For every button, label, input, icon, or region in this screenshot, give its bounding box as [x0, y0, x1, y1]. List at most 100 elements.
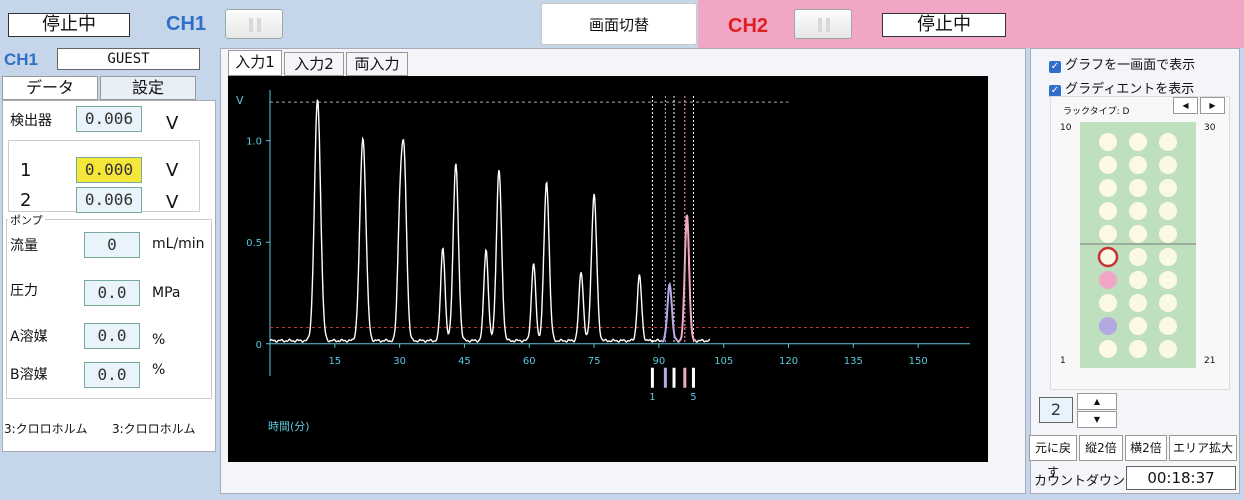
fraction-label-first: 1: [649, 392, 655, 403]
rack-well[interactable]: [1159, 271, 1177, 289]
ch-row-2-num: 2: [20, 190, 32, 211]
pause-icon: [249, 18, 253, 32]
rack-well[interactable]: [1129, 294, 1147, 312]
solvent-b-value: 0.0: [84, 362, 140, 388]
chromatogram-plot[interactable]: 0 0.5 1.0 15 30 45 60 75 90 105 120 135 150 1 5 V 時間(分…: [228, 76, 988, 462]
option-single-screen[interactable]: ✓ グラフを一画面で表示: [1049, 54, 1195, 73]
tab-settings[interactable]: 設定: [100, 76, 196, 100]
tab-both-inputs[interactable]: 両入力: [346, 52, 408, 76]
rack-well[interactable]: [1099, 340, 1117, 358]
solvent-b-unit: %: [152, 362, 166, 378]
rack-grid[interactable]: [1080, 122, 1196, 368]
ch1-pause-button[interactable]: [225, 9, 283, 39]
rack-well[interactable]: [1097, 246, 1119, 268]
rack-well[interactable]: [1159, 248, 1177, 266]
checkbox-checked-icon: ✓: [1049, 61, 1061, 73]
y-tick-label-1: 0.5: [246, 238, 262, 249]
x-tick-label-9: 150: [909, 356, 928, 367]
ch1-label: CH1: [166, 13, 207, 35]
ch2-pause-button[interactable]: [794, 9, 852, 39]
option-gradient[interactable]: ✓ グラディエントを表示: [1049, 78, 1194, 97]
ch-row-2-unit: V: [166, 192, 179, 213]
page-field[interactable]: 2: [1039, 397, 1073, 423]
ch1-status: 停止中: [8, 13, 130, 37]
rack-well[interactable]: [1129, 248, 1147, 266]
rack-well[interactable]: [1129, 225, 1147, 243]
rack-well[interactable]: [1159, 340, 1177, 358]
ch2-status: 停止中: [882, 13, 1006, 37]
detector-unit: V: [166, 113, 179, 134]
x-tick-label-4: 75: [588, 356, 601, 367]
rack-well[interactable]: [1159, 156, 1177, 174]
solvent-a-name: 3:クロロホルム: [4, 422, 88, 436]
rack-well[interactable]: [1099, 156, 1117, 174]
rack-well[interactable]: [1129, 179, 1147, 197]
rack-prev-button[interactable]: ◀: [1173, 97, 1198, 114]
user-field: GUEST: [57, 48, 200, 70]
tab-data[interactable]: データ: [2, 76, 98, 100]
pressure-unit: MPa: [152, 285, 181, 301]
rack-well[interactable]: [1129, 317, 1147, 335]
countdown-value: 00:18:37: [1126, 466, 1236, 490]
detector-value: 0.006: [76, 106, 142, 132]
rack-well[interactable]: [1099, 317, 1117, 335]
solvent-b-name: 3:クロロホルム: [112, 422, 196, 436]
ch-row-2-value: 0.006: [76, 187, 142, 213]
tab-input1[interactable]: 入力1: [228, 50, 282, 76]
ch-row-1-unit: V: [166, 160, 179, 181]
flow-label: 流量: [10, 238, 38, 254]
rack-well[interactable]: [1129, 156, 1147, 174]
rack-well[interactable]: [1099, 202, 1117, 220]
rack-next-button[interactable]: ▶: [1200, 97, 1225, 114]
solvent-b-label: B溶媒: [10, 367, 48, 383]
rack-num-tl: 10: [1060, 123, 1072, 133]
rack-well[interactable]: [1159, 294, 1177, 312]
page-up-button[interactable]: ▲: [1077, 393, 1117, 410]
fraction-mark-3: [683, 367, 687, 388]
screen-switch-button[interactable]: 画面切替: [541, 3, 697, 45]
reset-button[interactable]: 元に戻す: [1029, 435, 1077, 479]
vertical-2x-button[interactable]: 縦2倍: [1079, 435, 1123, 461]
tab-input2[interactable]: 入力2: [284, 52, 344, 76]
rack-well[interactable]: [1099, 225, 1117, 243]
rack-well[interactable]: [1159, 225, 1177, 243]
horizontal-2x-button[interactable]: 横2倍: [1125, 435, 1167, 461]
area-zoom-button[interactable]: エリア拡大: [1169, 435, 1237, 461]
ch-row-1-value: 0.000: [76, 157, 142, 183]
rack-well[interactable]: [1099, 271, 1117, 289]
rack-well[interactable]: [1159, 317, 1177, 335]
solvent-a-value: 0.0: [84, 323, 140, 349]
page-down-button[interactable]: ▼: [1077, 411, 1117, 428]
rack-well[interactable]: [1099, 294, 1117, 312]
countdown-label: カウントダウン: [1034, 474, 1126, 489]
ch2-label: CH2: [728, 15, 769, 37]
x-tick-label-1: 30: [393, 356, 406, 367]
rack-well[interactable]: [1159, 179, 1177, 197]
pause-icon: [818, 18, 822, 32]
rack-well[interactable]: [1099, 133, 1117, 151]
x-axis-label: 時間(分): [268, 420, 310, 433]
fraction-mark-2: [672, 367, 676, 388]
left-ch-label: CH1: [4, 50, 39, 69]
x-tick-label-6: 105: [714, 356, 733, 367]
y-tick-label-2: 1.0: [246, 137, 262, 148]
x-tick-label-7: 120: [779, 356, 798, 367]
x-tick-label-8: 135: [844, 356, 863, 367]
rack-well[interactable]: [1129, 340, 1147, 358]
rack-well[interactable]: [1129, 202, 1147, 220]
rack-num-bl: 1: [1060, 356, 1066, 366]
rack-well[interactable]: [1099, 179, 1117, 197]
pressure-label: 圧力: [10, 283, 38, 299]
x-tick-label-2: 45: [458, 356, 471, 367]
rack-well[interactable]: [1129, 271, 1147, 289]
rack-well[interactable]: [1159, 133, 1177, 151]
ch-row-1-num: 1: [20, 160, 32, 181]
rack-well[interactable]: [1159, 202, 1177, 220]
rack-num-tr: 30: [1204, 123, 1216, 133]
rack-well[interactable]: [1129, 133, 1147, 151]
pump-title: ポンプ: [8, 212, 45, 228]
x-tick-label-3: 60: [523, 356, 536, 367]
solvent-a-unit: %: [152, 332, 166, 348]
rack-num-br: 21: [1204, 356, 1216, 366]
y-axis-label: V: [236, 94, 244, 107]
